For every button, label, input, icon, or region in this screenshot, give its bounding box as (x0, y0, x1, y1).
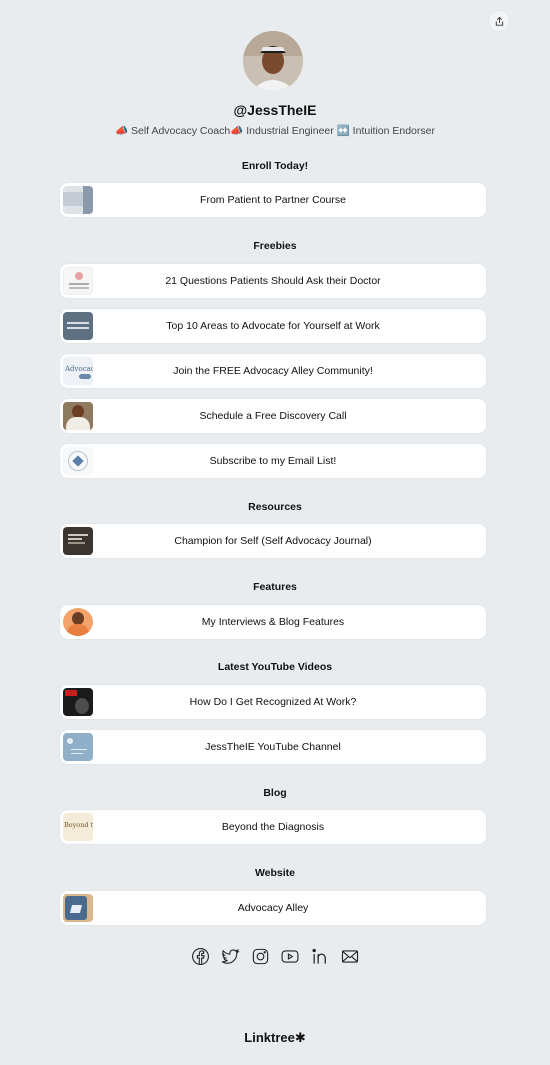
section-title-blog: Blog (263, 787, 287, 799)
course-thumbnail (63, 186, 93, 214)
link-questions[interactable]: 21 Questions Patients Should Ask their D… (60, 264, 486, 298)
link-label: Top 10 Areas to Advocate for Yourself at… (166, 320, 380, 332)
link-label: My Interviews & Blog Features (201, 616, 345, 628)
avatar (243, 31, 303, 91)
journal-thumbnail (63, 527, 93, 555)
section-title-features: Features (253, 581, 297, 593)
link-label: How Do I Get Recognized At Work? (189, 696, 357, 708)
link-channel[interactable]: JessTheIE YouTube Channel (60, 730, 486, 764)
profile-handle: @JessTheIE (233, 102, 317, 118)
thumb-text: Beyond the (64, 821, 93, 829)
interviews-thumbnail (63, 608, 93, 636)
link-email[interactable]: Subscribe to my Email List! (60, 444, 486, 478)
instagram-icon[interactable] (250, 946, 270, 966)
link-course[interactable]: From Patient to Partner Course (60, 183, 486, 217)
social-links (0, 946, 550, 966)
link-label: Subscribe to my Email List! (209, 455, 337, 467)
profile-bio: 📣 Self Advocacy Coach📣 Industrial Engine… (115, 125, 435, 137)
community-thumbnail: Advocacy (63, 357, 93, 385)
section-title-website: Website (254, 867, 296, 879)
section-title-youtube: Latest YouTube Videos (217, 661, 333, 673)
share-button[interactable] (488, 10, 510, 32)
facebook-icon[interactable] (190, 946, 210, 966)
linkedin-icon[interactable] (310, 946, 330, 966)
link-label: Champion for Self (Self Advocacy Journal… (174, 535, 372, 547)
twitter-icon[interactable] (220, 946, 240, 966)
link-community[interactable]: Advocacy Join the FREE Advocacy Alley Co… (60, 354, 486, 388)
link-label: Schedule a Free Discovery Call (199, 410, 347, 422)
link-top10[interactable]: Top 10 Areas to Advocate for Yourself at… (60, 309, 486, 343)
link-diagnosis[interactable]: Beyond the Beyond the Diagnosis (60, 810, 486, 844)
alley-thumbnail (63, 894, 93, 922)
link-label: JessTheIE YouTube Channel (205, 741, 341, 753)
section-title-freebies: Freebies (253, 240, 297, 252)
recognized-thumbnail (63, 688, 93, 716)
link-alley[interactable]: Advocacy Alley (60, 891, 486, 925)
link-recognized[interactable]: How Do I Get Recognized At Work? (60, 685, 486, 719)
email-icon[interactable] (340, 946, 360, 966)
link-label: Join the FREE Advocacy Alley Community! (173, 365, 373, 377)
share-icon (495, 16, 503, 26)
section-title-enroll: Enroll Today! (241, 160, 309, 172)
email-thumbnail (63, 447, 93, 475)
questions-thumbnail (63, 267, 93, 295)
discovery-thumbnail (63, 402, 93, 430)
link-interviews[interactable]: My Interviews & Blog Features (60, 605, 486, 639)
link-label: From Patient to Partner Course (200, 194, 346, 206)
diagnosis-thumbnail: Beyond the (63, 813, 93, 841)
top10-thumbnail (63, 312, 93, 340)
link-discovery[interactable]: Schedule a Free Discovery Call (60, 399, 486, 433)
youtube-icon[interactable] (280, 946, 300, 966)
link-journal[interactable]: Champion for Self (Self Advocacy Journal… (60, 524, 486, 558)
linktree-logo[interactable]: Linktree✱ (0, 1030, 550, 1046)
link-label: Advocacy Alley (237, 902, 309, 914)
link-label: Beyond the Diagnosis (221, 821, 325, 833)
link-label: 21 Questions Patients Should Ask their D… (165, 275, 381, 287)
channel-thumbnail (63, 733, 93, 761)
thumb-text: Advocacy (65, 365, 93, 373)
section-title-resources: Resources (248, 501, 302, 513)
